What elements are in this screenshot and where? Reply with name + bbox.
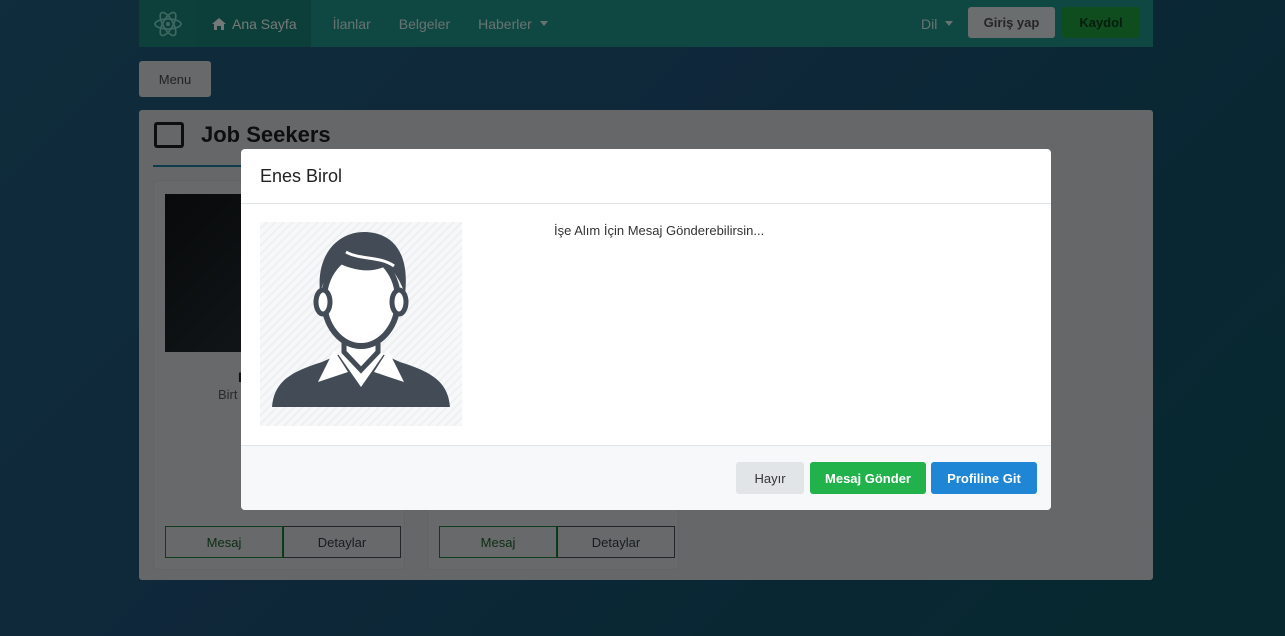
send-message-button[interactable]: Mesaj Gönder xyxy=(810,462,926,494)
modal-header: Enes Birol xyxy=(241,149,1051,204)
modal-message: İşe Alım İçin Mesaj Gönderebilirsin... xyxy=(554,223,765,238)
no-button[interactable]: Hayır xyxy=(736,462,804,494)
modal-footer: Hayır Mesaj Gönder Profiline Git xyxy=(241,445,1051,510)
profile-modal: Enes Birol İşe Alım İçin Mesaj Gönderebi… xyxy=(241,149,1051,510)
user-avatar-icon xyxy=(272,232,450,407)
avatar xyxy=(260,222,462,426)
modal-title: Enes Birol xyxy=(260,165,343,186)
go-to-profile-button[interactable]: Profiline Git xyxy=(931,462,1037,494)
